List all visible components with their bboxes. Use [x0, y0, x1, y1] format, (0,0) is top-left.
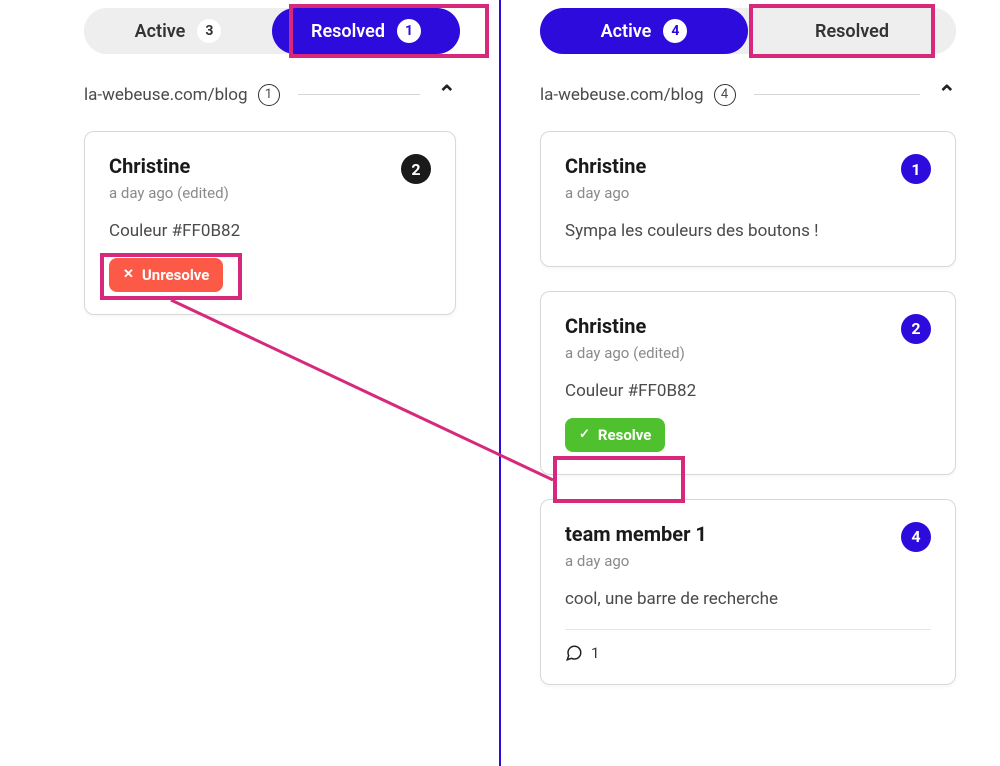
- comment-body: Sympa les couleurs des boutons !: [565, 220, 931, 244]
- comment-card[interactable]: Christine a day ago (edited) 2 Couleur #…: [84, 131, 456, 315]
- breadcrumb-count: 1: [258, 84, 280, 106]
- unresolve-button-label: Unresolve: [142, 266, 210, 284]
- breadcrumb-path: la-webeuse.com/blog: [84, 85, 248, 105]
- check-icon: ✓: [579, 428, 590, 441]
- breadcrumb-count: 4: [714, 84, 736, 106]
- comment-body: cool, une barre de recherche: [565, 588, 931, 612]
- tabs-right: Active 4 Resolved: [540, 8, 956, 54]
- tab-resolved[interactable]: Resolved: [748, 8, 956, 54]
- comment-meta: a day ago (edited): [109, 184, 229, 202]
- comment-icon: [565, 644, 583, 662]
- unresolve-button[interactable]: ✕ Unresolve: [109, 258, 223, 292]
- comment-card[interactable]: Christine a day ago (edited) 2 Couleur #…: [540, 291, 956, 475]
- tab-active[interactable]: Active 3: [84, 8, 272, 54]
- comment-number-badge: 4: [901, 522, 931, 552]
- tab-active-label: Active: [601, 21, 652, 42]
- tab-resolved[interactable]: Resolved 1: [272, 8, 460, 54]
- comment-number-badge: 1: [901, 154, 931, 184]
- divider-line: [754, 94, 920, 95]
- comment-card[interactable]: Christine a day ago 1 Sympa les couleurs…: [540, 131, 956, 267]
- breadcrumb: la-webeuse.com/blog 1 ⌃: [84, 82, 456, 107]
- comment-body: Couleur #FF0B82: [109, 220, 431, 244]
- tab-active-count: 4: [663, 19, 687, 43]
- reply-row[interactable]: 1: [565, 629, 931, 662]
- comment-author: Christine: [565, 154, 646, 178]
- comment-number-badge: 2: [901, 314, 931, 344]
- comment-number-badge: 2: [401, 154, 431, 184]
- breadcrumb: la-webeuse.com/blog 4 ⌃: [540, 82, 956, 107]
- chevron-up-icon[interactable]: ⌃: [438, 82, 456, 107]
- comment-meta: a day ago: [565, 552, 707, 570]
- tab-resolved-label: Resolved: [311, 21, 385, 42]
- breadcrumb-path: la-webeuse.com/blog: [540, 85, 704, 105]
- comment-meta: a day ago (edited): [565, 344, 685, 362]
- comment-card[interactable]: team member 1 a day ago 4 cool, une barr…: [540, 499, 956, 686]
- comment-body: Couleur #FF0B82: [565, 380, 931, 404]
- divider-line: [298, 94, 420, 95]
- comment-author: Christine: [109, 154, 229, 178]
- reply-count: 1: [591, 644, 599, 662]
- comment-author: team member 1: [565, 522, 707, 546]
- panel-divider: [499, 0, 501, 766]
- comment-author: Christine: [565, 314, 685, 338]
- tab-resolved-label: Resolved: [815, 21, 889, 42]
- resolve-button[interactable]: ✓ Resolve: [565, 418, 665, 452]
- close-icon: ✕: [123, 268, 134, 281]
- tab-resolved-count: 1: [397, 19, 421, 43]
- tab-active-label: Active: [135, 21, 186, 42]
- tab-active[interactable]: Active 4: [540, 8, 748, 54]
- chevron-up-icon[interactable]: ⌃: [938, 82, 956, 107]
- tab-active-count: 3: [197, 19, 221, 43]
- resolve-button-label: Resolve: [598, 426, 651, 444]
- comment-meta: a day ago: [565, 184, 646, 202]
- tabs-left: Active 3 Resolved 1: [84, 8, 460, 54]
